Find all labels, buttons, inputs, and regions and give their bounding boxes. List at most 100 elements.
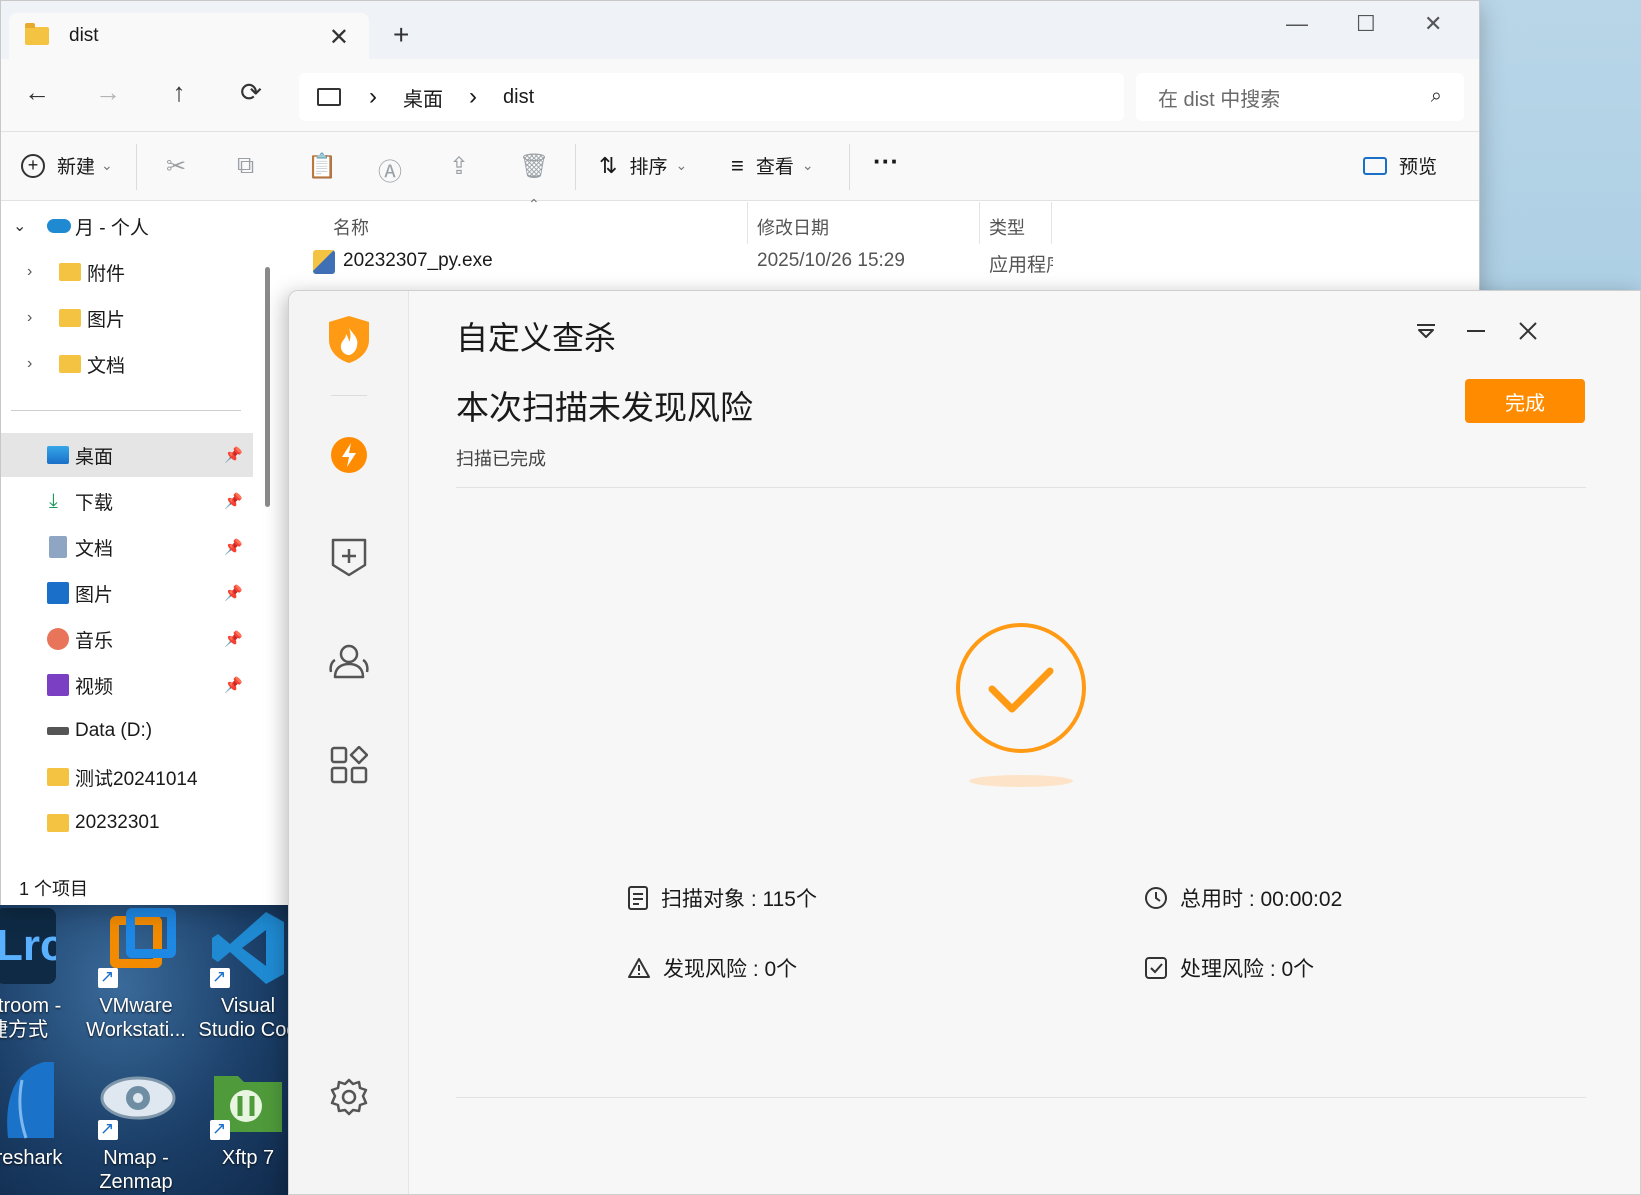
pin-icon[interactable]: 📌: [224, 492, 243, 510]
stat-elapsed-text: 总用时 : 00:00:02: [1180, 888, 1343, 911]
check-circle-icon: [956, 623, 1086, 753]
close-icon: [1519, 322, 1537, 340]
nav-item-videos[interactable]: 视频 📌: [1, 663, 253, 707]
rail-divider: [331, 395, 367, 396]
up-button[interactable]: ↑: [161, 77, 197, 108]
share-icon[interactable]: ⇪: [449, 152, 469, 181]
nav-item-label: 图片: [75, 584, 114, 606]
chevron-right-icon[interactable]: ›: [27, 355, 32, 373]
rename-icon[interactable]: Ⓐ: [378, 152, 402, 187]
table-row[interactable]: 20232307_py.exe 2025/10/26 15:29 应用程序: [283, 246, 1053, 290]
maximize-button[interactable]: ☐: [1356, 11, 1376, 37]
new-tab-button[interactable]: +: [393, 19, 409, 51]
stat-risks-found: 发现风险 : 0个: [627, 953, 797, 983]
file-list: ⌃ 名称 修改日期 类型 20232307_py.exe 2025/10/26 …: [283, 196, 1463, 292]
view-label: 查看: [755, 157, 794, 178]
breadcrumb-separator: ›: [469, 83, 477, 110]
pin-icon[interactable]: 📌: [224, 584, 243, 602]
nav-item-folder-20232301[interactable]: 20232301: [1, 801, 253, 845]
chevron-right-icon[interactable]: ›: [27, 309, 32, 327]
close-button[interactable]: ✕: [1424, 11, 1442, 37]
stat-scanned: 扫描对象 : 115个: [627, 883, 817, 913]
settings-button[interactable]: [317, 1065, 381, 1129]
nav-item-music[interactable]: 音乐 📌: [1, 617, 253, 661]
desktop-icon-vmware[interactable]: VMware Workstati...: [80, 908, 192, 1042]
navigation-pane: ⌄ 月 - 个人 › 附件 › 图片 › 文档 桌面 📌 ⤓ 下载 📌 文档 📌…: [1, 202, 269, 867]
desktop-icon-nmap[interactable]: Nmap - Zenmap GUI: [80, 1060, 192, 1195]
new-button[interactable]: + 新建 ⌄: [21, 152, 113, 179]
minimize-button[interactable]: [1456, 311, 1496, 351]
footer-divider: [456, 1097, 1586, 1098]
nav-item-attachments[interactable]: › 附件: [1, 250, 253, 294]
desktop-icon-label: ntroom -: [0, 995, 62, 1017]
app-logo[interactable]: [317, 307, 381, 371]
cut-icon[interactable]: ✂: [166, 152, 186, 181]
nav-item-label: 文档: [75, 538, 114, 560]
nav-item-pictures[interactable]: 图片 📌: [1, 571, 253, 615]
desktop-icon-wireshark[interactable]: reshark: [0, 1060, 70, 1170]
nav-item-documents-od[interactable]: › 文档: [1, 342, 253, 386]
paste-icon[interactable]: 📋: [307, 152, 337, 181]
check-shadow: [969, 775, 1073, 787]
nav-item-label: 20232301: [75, 812, 160, 833]
minimize-button[interactable]: —: [1286, 11, 1308, 37]
column-header-name[interactable]: 名称: [333, 214, 369, 240]
chevron-down-icon[interactable]: ⌄: [13, 216, 26, 236]
sort-indicator-icon: ⌃: [528, 196, 540, 212]
refresh-button[interactable]: ⟳: [233, 77, 269, 108]
more-options-button[interactable]: ···: [873, 146, 899, 177]
menu-dropdown-button[interactable]: [1406, 311, 1446, 351]
desktop-icon: [47, 446, 69, 464]
tools-button[interactable]: [317, 733, 381, 797]
quick-scan-button[interactable]: [317, 423, 381, 487]
nmap-icon: [96, 1060, 176, 1141]
pin-icon[interactable]: 📌: [224, 446, 243, 464]
breadcrumb-item-dist[interactable]: dist: [503, 86, 534, 109]
nav-item-pictures-od[interactable]: › 图片: [1, 296, 253, 340]
folder-icon: [47, 814, 69, 832]
nav-onedrive[interactable]: ⌄ 月 - 个人: [1, 204, 253, 248]
copy-icon[interactable]: ⧉: [237, 152, 254, 180]
tab-title: dist: [69, 25, 99, 46]
tab-close-icon[interactable]: ✕: [329, 23, 349, 52]
side-rail: [289, 291, 409, 1194]
xftp-icon: [208, 1060, 288, 1141]
account-button[interactable]: [317, 629, 381, 693]
nav-item-downloads[interactable]: ⤓ 下载 📌: [1, 479, 253, 523]
nav-scrollbar[interactable]: [265, 267, 270, 507]
delete-icon[interactable]: 🗑: [519, 152, 549, 181]
address-bar[interactable]: › 桌面 › dist: [299, 73, 1124, 121]
nav-item-label: 测试20241014: [75, 768, 198, 790]
music-icon: [47, 628, 69, 650]
forward-button[interactable]: →: [90, 77, 126, 108]
nav-item-documents[interactable]: 文档 📌: [1, 525, 253, 569]
preview-pane-button[interactable]: 预览: [1363, 152, 1437, 179]
scan-result-headline: 本次扫描未发现风险: [456, 389, 753, 426]
column-header-modified[interactable]: 修改日期: [757, 214, 829, 240]
nav-item-folder-test[interactable]: 测试20241014: [1, 755, 253, 799]
pin-icon[interactable]: 📌: [224, 538, 243, 556]
close-button[interactable]: [1508, 311, 1548, 351]
search-input[interactable]: 在 dist 中搜索: [1158, 83, 1280, 112]
protection-button[interactable]: [317, 525, 381, 589]
checkbox-icon: [1145, 957, 1167, 979]
desktop-icon-lightroom[interactable]: Lrc ntroom - 捷方式: [0, 908, 70, 1042]
search-box[interactable]: 在 dist 中搜索 ⌕: [1136, 73, 1464, 121]
done-button[interactable]: 完成: [1465, 379, 1585, 423]
explorer-tab[interactable]: dist ✕: [9, 13, 369, 59]
shield-flame-icon: [329, 316, 369, 363]
nav-item-desktop[interactable]: 桌面 📌: [1, 433, 253, 477]
pin-icon[interactable]: 📌: [224, 676, 243, 694]
pin-icon[interactable]: 📌: [224, 630, 243, 648]
breadcrumb-item-desktop[interactable]: 桌面: [403, 83, 443, 112]
search-icon[interactable]: ⌕: [1431, 85, 1442, 108]
explorer-titlebar: dist ✕ + — ☐ ✕: [1, 1, 1479, 59]
nav-item-data-drive[interactable]: Data (D:): [1, 709, 253, 753]
nav-item-label: 视频: [75, 676, 114, 698]
view-button[interactable]: ≡ 查看 ⌄: [731, 152, 814, 179]
chevron-right-icon[interactable]: ›: [27, 263, 32, 281]
column-header-type[interactable]: 类型: [989, 214, 1025, 240]
sort-button[interactable]: ⇅ 排序 ⌄: [599, 152, 687, 179]
this-pc-icon[interactable]: [317, 88, 341, 106]
back-button[interactable]: ←: [19, 77, 55, 108]
